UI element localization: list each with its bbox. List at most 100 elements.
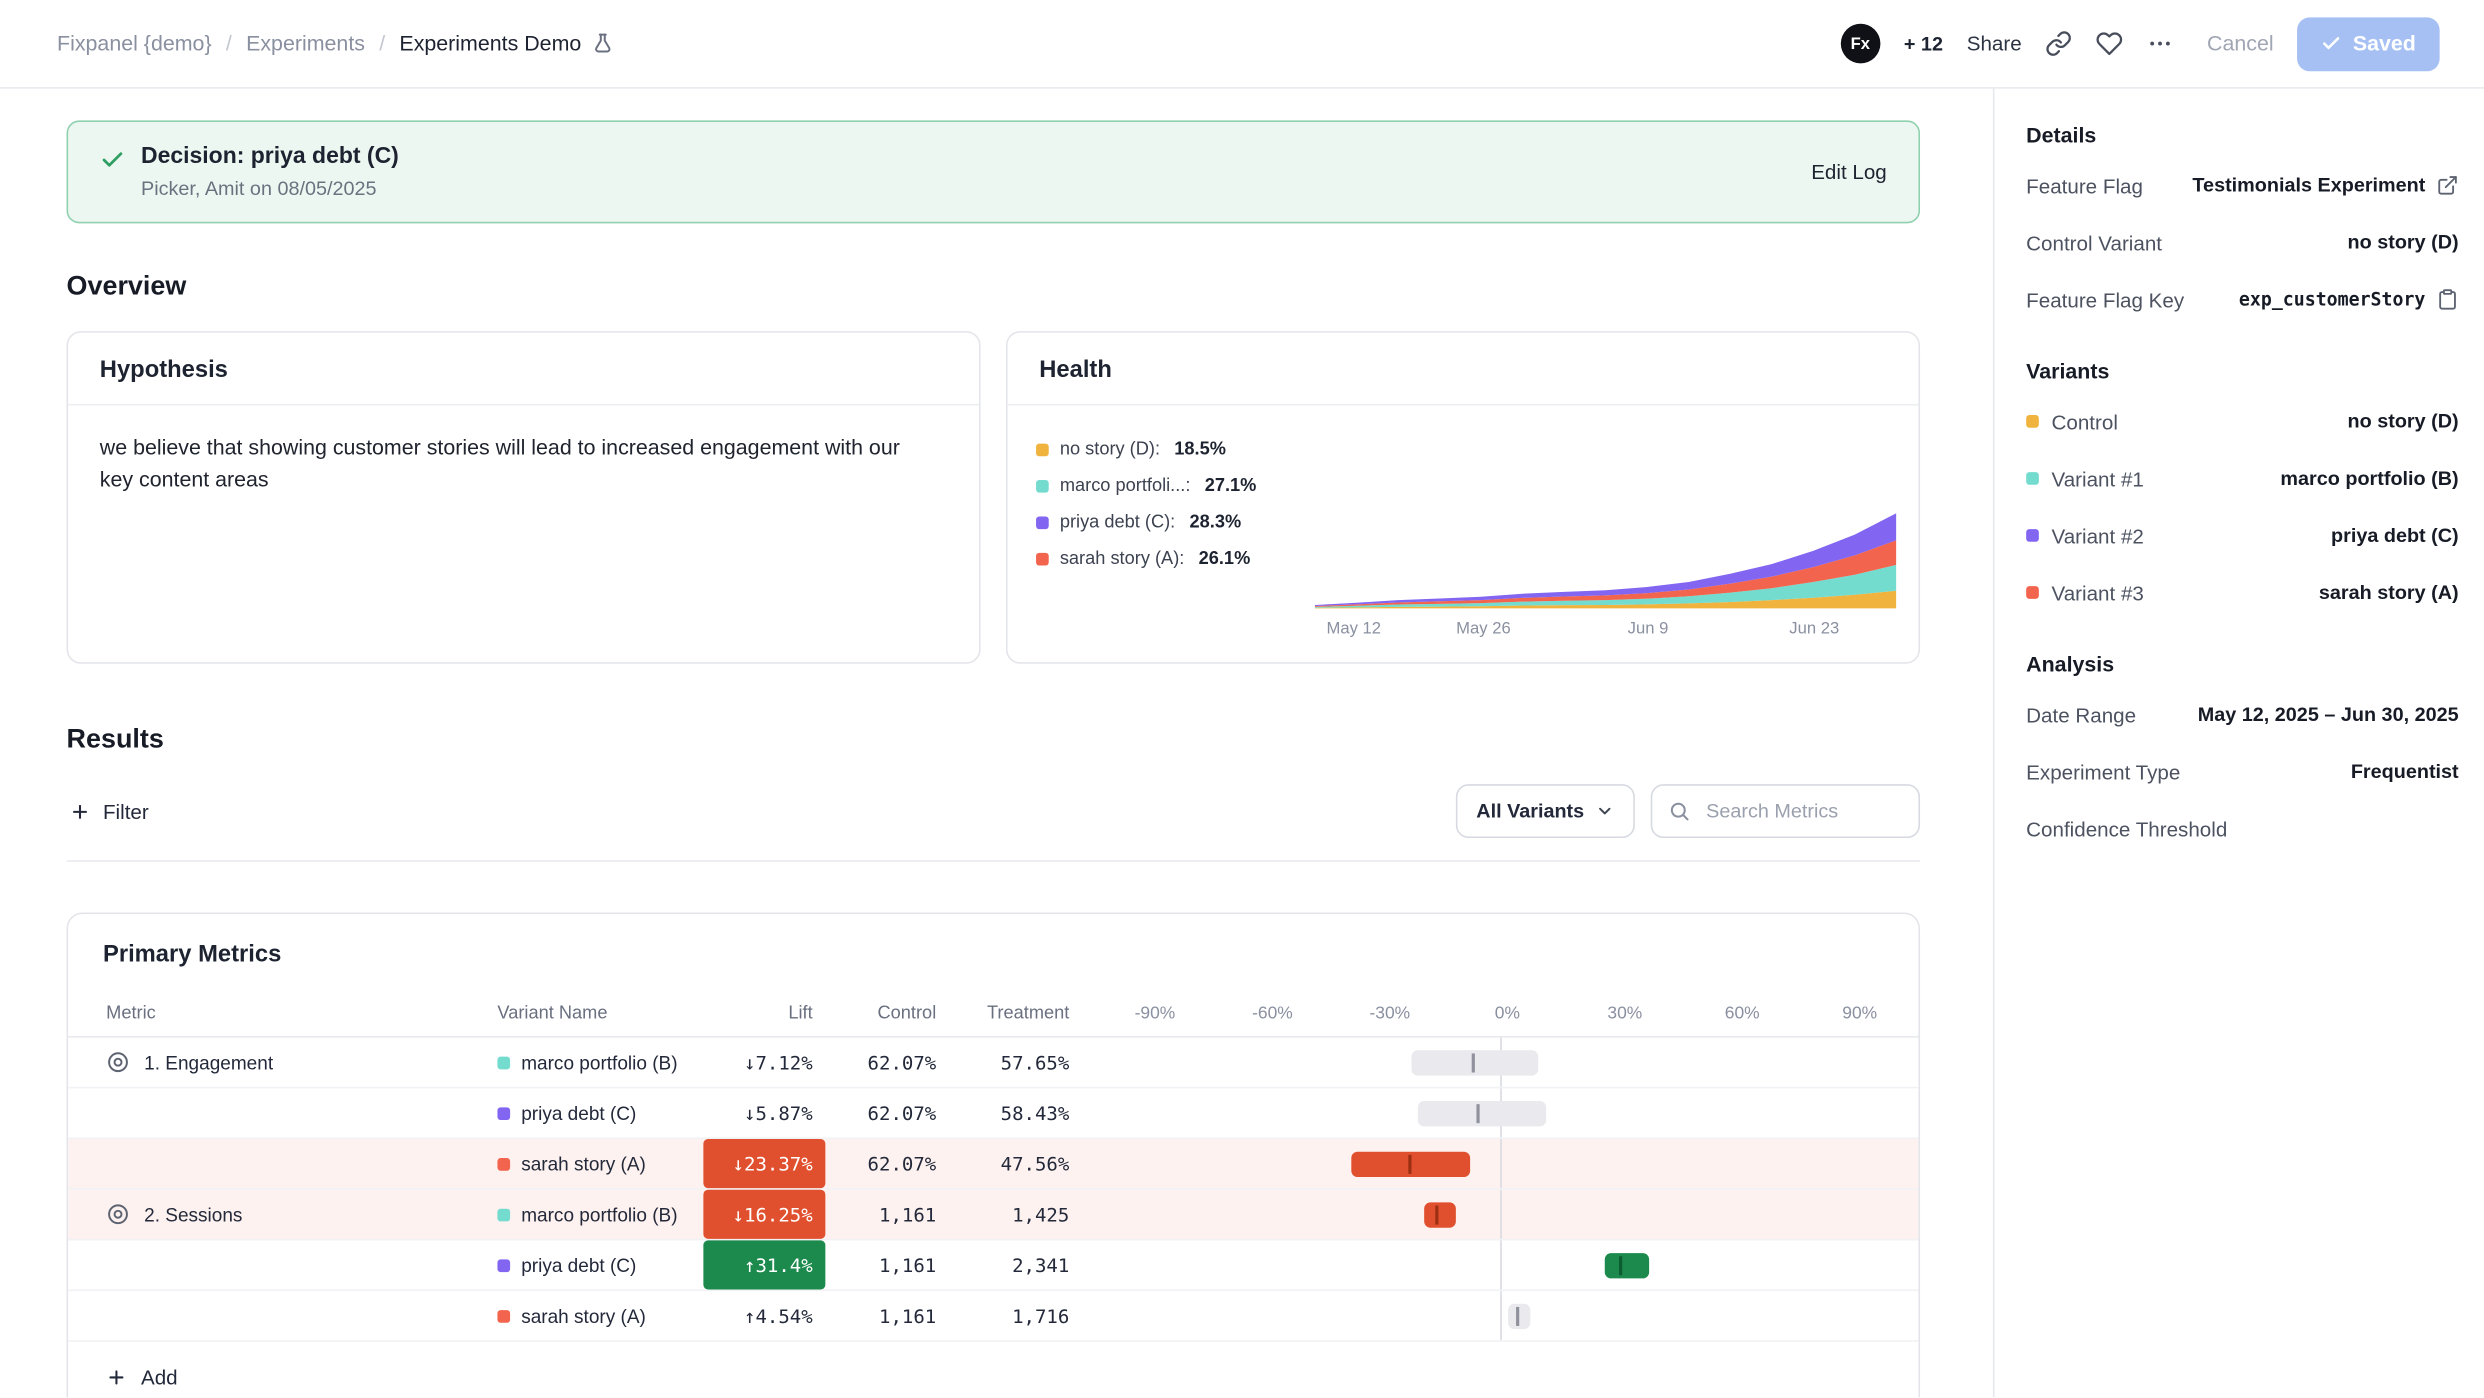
lift-tick: [1619, 1255, 1622, 1274]
detail-row: Feature Flag Testimonials Experiment: [2026, 157, 2458, 214]
legend-item: no story (D): 18.5%: [1036, 440, 1315, 459]
variant-name: sarah story (A): [521, 1305, 646, 1327]
metric-name: 1. Engagement: [144, 1051, 273, 1073]
lift-value: ↓5.87%: [703, 1088, 825, 1137]
lift-value: ↑31.4%: [703, 1240, 825, 1289]
search-metrics-input[interactable]: [1703, 798, 1903, 823]
lift-value: ↓23.37%: [703, 1139, 825, 1188]
variant-name: marco portfolio (B): [521, 1051, 677, 1073]
experiment-type-value: Frequentist: [2351, 760, 2459, 782]
app-window: Fixpanel {demo} / Experiments / Experime…: [0, 0, 2484, 1397]
confidence-interval-bar: [1412, 1050, 1539, 1075]
primary-metrics-title: Primary Metrics: [68, 914, 1918, 990]
more-options-icon[interactable]: [2147, 30, 2174, 57]
legend-item: priya debt (C): 28.3%: [1036, 513, 1315, 532]
lift-value: ↓7.12%: [703, 1038, 825, 1087]
analysis-heading: Analysis: [2026, 646, 2458, 686]
topbar: Fixpanel {demo} / Experiments / Experime…: [0, 0, 2484, 89]
control-value: 1,161: [825, 1240, 949, 1289]
variant-name: marco portfolio (B): [521, 1203, 677, 1225]
breadcrumb-experiments[interactable]: Experiments: [246, 32, 365, 56]
external-link-icon[interactable]: [2436, 174, 2458, 196]
legend-swatch: [1036, 480, 1049, 493]
variant-swatch: [497, 1056, 510, 1069]
variant-swatch: [497, 1107, 510, 1120]
variant-row: Variant #3 sarah story (A): [2026, 564, 2458, 621]
legend-item: sarah story (A): 26.1%: [1036, 550, 1315, 569]
clipboard-icon[interactable]: [2436, 288, 2458, 310]
feature-flag-key-value: exp_customerStory: [2239, 288, 2425, 310]
filter-button[interactable]: Filter: [67, 790, 162, 833]
cancel-button[interactable]: Cancel: [2207, 32, 2274, 56]
lift-tick: [1516, 1306, 1519, 1325]
health-legend: no story (D): 18.5% marco portfoli...: 2…: [1036, 440, 1315, 646]
share-button[interactable]: Share: [1967, 32, 2022, 56]
feature-flag-value: Testimonials Experiment: [2192, 174, 2425, 196]
control-value: 62.07%: [825, 1088, 949, 1137]
primary-metrics-card: Primary Metrics Metric Variant Name Lift…: [67, 912, 1920, 1397]
metric-target-icon: [106, 1050, 130, 1074]
variant-name: priya debt (C): [521, 1254, 636, 1276]
edit-log-button[interactable]: Edit Log: [1811, 160, 1887, 184]
control-value: 1,161: [825, 1291, 949, 1340]
legend-item: marco portfoli...: 27.1%: [1036, 477, 1315, 496]
lift-value: ↓16.25%: [703, 1190, 825, 1239]
zero-gridline: [1500, 1291, 1502, 1340]
variant-row: Variant #2 priya debt (C): [2026, 507, 2458, 564]
overview-heading: Overview: [67, 271, 1920, 303]
chevron-down-icon: [1595, 802, 1614, 821]
variants-section: Variants Control no story (D) Variant #1…: [2026, 353, 2458, 621]
table-row[interactable]: priya debt (C) ↑31.4% 1,161 2,341: [68, 1240, 1918, 1291]
decision-subtitle: Picker, Amit on 08/05/2025: [141, 177, 1811, 199]
confidence-interval-bar: [1508, 1303, 1531, 1328]
legend-swatch: [1036, 553, 1049, 566]
variant-swatch: [497, 1157, 510, 1170]
check-icon: [2321, 33, 2342, 54]
saved-button[interactable]: Saved: [2297, 17, 2439, 71]
detail-row: Feature Flag Key exp_customerStory: [2026, 271, 2458, 328]
confidence-interval-bar: [1417, 1100, 1546, 1125]
zero-gridline: [1500, 1240, 1502, 1289]
results-heading: Results: [67, 724, 1920, 756]
control-value: 62.07%: [825, 1139, 949, 1188]
table-row[interactable]: 2. Sessions marco portfolio (B) ↓16.25% …: [68, 1190, 1918, 1241]
variants-dropdown[interactable]: All Variants: [1456, 784, 1635, 838]
variant-swatch: [497, 1309, 510, 1322]
variant-row: Variant #1 marco portfolio (B): [2026, 450, 2458, 507]
page-title: Experiments Demo: [399, 32, 581, 56]
table-row[interactable]: sarah story (A) ↓23.37% 62.07% 47.56%: [68, 1139, 1918, 1190]
health-card: Health no story (D): 18.5% marco portfol…: [1006, 331, 1920, 664]
search-icon: [1668, 800, 1690, 822]
table-row[interactable]: priya debt (C) ↓5.87% 62.07% 58.43%: [68, 1088, 1918, 1139]
confidence-interval-bar: [1424, 1202, 1456, 1227]
link-icon[interactable]: [2045, 30, 2072, 57]
table-row[interactable]: 1. Engagement marco portfolio (B) ↓7.12%…: [68, 1038, 1918, 1089]
collaborators-count[interactable]: + 12: [1904, 32, 1943, 54]
variant-name: sarah story (A): [521, 1152, 646, 1174]
hypothesis-card: Hypothesis we believe that showing custo…: [67, 331, 981, 664]
add-metric-button[interactable]: Add: [68, 1342, 1918, 1397]
hypothesis-title: Hypothesis: [68, 333, 979, 406]
metric-name: 2. Sessions: [144, 1203, 242, 1225]
breadcrumb-project[interactable]: Fixpanel {demo}: [57, 32, 212, 56]
treatment-value: 2,341: [949, 1240, 1082, 1289]
avatar[interactable]: Fx: [1840, 24, 1880, 64]
table-row[interactable]: sarah story (A) ↑4.54% 1,161 1,716: [68, 1291, 1918, 1342]
plus-icon: [70, 801, 91, 822]
plus-icon: [106, 1367, 127, 1388]
favorite-heart-icon[interactable]: [2096, 30, 2123, 57]
decision-title: Decision: priya debt (C): [141, 144, 1811, 169]
details-section: Details Feature Flag Testimonials Experi…: [2026, 117, 2458, 328]
variant-swatch: [2026, 586, 2039, 599]
divider: [67, 860, 1920, 862]
decision-banner: Decision: priya debt (C) Picker, Amit on…: [67, 120, 1920, 223]
date-range-value: May 12, 2025 – Jun 30, 2025: [2198, 703, 2459, 725]
analysis-row: Date Range May 12, 2025 – Jun 30, 2025: [2026, 686, 2458, 743]
variants-heading: Variants: [2026, 353, 2458, 393]
health-title: Health: [1008, 333, 1919, 406]
lift-value: ↑4.54%: [703, 1291, 825, 1340]
health-x-axis: May 12 May 26 Jun 9 Jun 23: [1315, 616, 1896, 643]
zero-gridline: [1500, 1190, 1502, 1239]
variant-swatch: [2026, 529, 2039, 542]
topbar-actions: Fx + 12 Share Cancel Saved: [1840, 17, 2439, 71]
